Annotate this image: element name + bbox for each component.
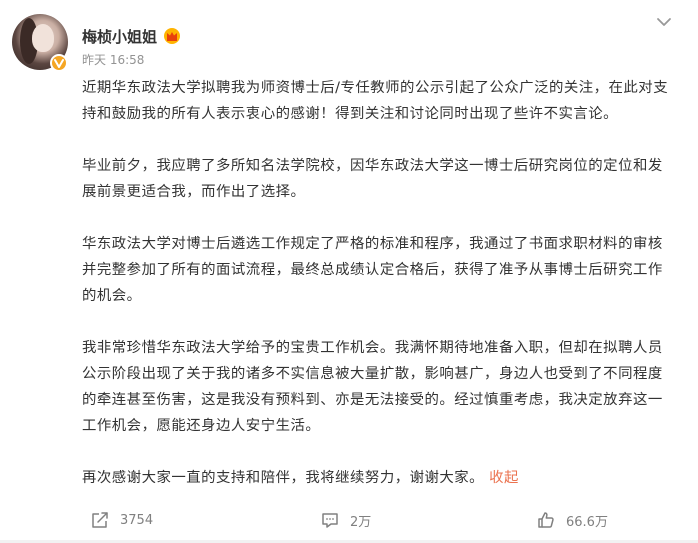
action-bar: 3754 2万 66.6万 [0,506,698,534]
post-paragraph: 毕业前夕，我应聘了多所知名法学院校，因华东政法大学这一博士后研究岗位的定位和发展… [82,158,663,200]
verified-badge-icon [50,54,68,72]
post-paragraph: 华东政法大学对博士后遴选工作规定了严格的标准和程序，我通过了书面求职材料的审核并… [82,236,663,304]
thumbs-up-icon [538,512,554,528]
collapse-link[interactable]: 收起 [489,470,519,486]
comment-button[interactable]: 2万 [320,506,371,534]
post-content: 近期华东政法大学拟聘我为师资博士后/专任教师的公示引起了公众广泛的关注，在此对支… [82,75,676,491]
repost-button[interactable]: 3754 [90,506,153,534]
avatar-face-shape [32,24,54,52]
chevron-down-icon[interactable] [654,12,674,32]
post-paragraph: 近期华东政法大学拟聘我为师资博士后/专任教师的公示引起了公众广泛的关注，在此对支… [82,80,669,122]
post-paragraph-text: 再次感谢大家一直的支持和陪伴，我将继续努力，谢谢大家。 [82,470,485,486]
repost-count: 3754 [120,512,154,528]
post-timestamp[interactable]: 昨天 16:58 [82,53,144,67]
like-button[interactable]: 66.6万 [536,506,608,534]
like-count: 66.6万 [566,514,608,530]
post-paragraph-final: 再次感谢大家一直的支持和陪伴，我将继续努力，谢谢大家。 收起 [82,465,676,491]
comment-icon [322,513,338,528]
weibo-post-card: 梅桢小姐姐 昨天 16:58 近期华东政法大学拟聘我为师资博士后/专任教师的公示… [0,0,698,543]
author-name[interactable]: 梅桢小姐姐 [82,28,157,46]
comment-count: 2万 [350,514,372,530]
share-icon [92,512,108,528]
v-mark-icon [54,59,64,68]
post-paragraph: 我非常珍惜华东政法大学给予的宝贵工作机会。我满怀期待地准备入职，但却在拟聘人员公… [82,340,663,434]
crown-badge-icon[interactable] [163,27,181,45]
